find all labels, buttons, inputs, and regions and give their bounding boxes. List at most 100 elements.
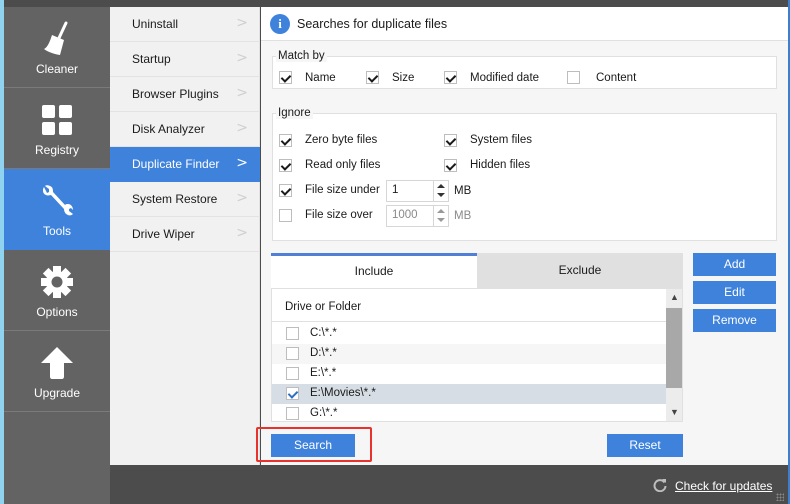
arrow-up-icon[interactable] bbox=[437, 184, 445, 188]
scroll-up-icon[interactable]: ▲ bbox=[670, 292, 679, 302]
row-path: D:\*.* bbox=[310, 347, 337, 359]
ignore-size-under-label: File size under bbox=[305, 184, 380, 196]
list-item[interactable]: E:\*.* bbox=[272, 364, 667, 384]
nav-item-upgrade[interactable]: Upgrade bbox=[4, 331, 110, 412]
status-footer: Check for updates bbox=[110, 465, 788, 504]
nav-item-registry[interactable]: Registry bbox=[4, 88, 110, 169]
row-path: G:\*.* bbox=[310, 407, 338, 419]
match-name-checkbox[interactable] bbox=[279, 71, 292, 84]
match-by-title: Match by bbox=[276, 50, 327, 62]
match-name-label: Name bbox=[305, 72, 336, 84]
list-scrollbar[interactable]: ▲ ▼ bbox=[666, 289, 682, 421]
row-checkbox[interactable] bbox=[286, 407, 299, 420]
size-under-spinner[interactable]: 1 bbox=[386, 180, 449, 202]
chevron-right-icon: > bbox=[236, 120, 248, 136]
subnav-item-startup[interactable]: Startup > bbox=[110, 42, 260, 77]
chevron-right-icon: > bbox=[236, 15, 248, 31]
ignore-size-over-label: File size over bbox=[305, 209, 373, 221]
subnav-item-browser-plugins[interactable]: Browser Plugins > bbox=[110, 77, 260, 112]
primary-nav: Cleaner Registry Tools Options Upgrade bbox=[4, 7, 110, 504]
ignore-hidden-files-checkbox[interactable] bbox=[444, 159, 457, 172]
row-checkbox[interactable] bbox=[286, 367, 299, 380]
panel-header: i Searches for duplicate files bbox=[261, 7, 788, 41]
match-modified-date-checkbox[interactable] bbox=[444, 71, 457, 84]
ignore-read-only-checkbox[interactable] bbox=[279, 159, 292, 172]
row-path: C:\*.* bbox=[310, 327, 337, 339]
list-item[interactable]: C:\*.* bbox=[272, 324, 667, 344]
ignore-size-under-checkbox[interactable] bbox=[279, 184, 292, 197]
resize-grip[interactable] bbox=[776, 493, 784, 501]
row-checkbox[interactable] bbox=[286, 347, 299, 360]
ignore-group bbox=[272, 113, 777, 241]
page-title: Searches for duplicate files bbox=[297, 17, 448, 31]
ignore-system-files-label: System files bbox=[470, 134, 532, 146]
subnav-item-duplicate-finder[interactable]: Duplicate Finder > bbox=[110, 147, 260, 182]
match-size-label: Size bbox=[392, 72, 415, 84]
list-item[interactable]: G:\*.* bbox=[272, 404, 667, 421]
check-for-updates-link[interactable]: Check for updates bbox=[675, 479, 772, 493]
ignore-system-files-checkbox[interactable] bbox=[444, 134, 457, 147]
subnav-label: Disk Analyzer bbox=[132, 122, 205, 136]
arrow-down-icon[interactable] bbox=[437, 193, 445, 197]
info-icon: i bbox=[270, 14, 290, 34]
subnav-label: Drive Wiper bbox=[132, 227, 195, 241]
subnav-item-uninstall[interactable]: Uninstall > bbox=[110, 7, 260, 42]
scroll-down-icon[interactable]: ▼ bbox=[670, 407, 679, 417]
wrench-icon bbox=[37, 183, 77, 219]
nav-item-cleaner[interactable]: Cleaner bbox=[4, 7, 110, 88]
reset-button[interactable]: Reset bbox=[607, 434, 683, 457]
ignore-title: Ignore bbox=[276, 107, 313, 119]
ignore-hidden-files-label: Hidden files bbox=[470, 159, 531, 171]
arrow-up-icon bbox=[37, 345, 77, 381]
match-modified-date-label: Modified date bbox=[470, 72, 540, 84]
subnav-label: Browser Plugins bbox=[132, 87, 219, 101]
broom-icon bbox=[37, 21, 77, 57]
tab-include[interactable]: Include bbox=[271, 253, 477, 288]
nav-item-tools[interactable]: Tools bbox=[4, 169, 110, 250]
arrow-down-icon[interactable] bbox=[437, 218, 445, 222]
match-size-checkbox[interactable] bbox=[366, 71, 379, 84]
subnav-item-disk-analyzer[interactable]: Disk Analyzer > bbox=[110, 112, 260, 147]
size-under-value[interactable]: 1 bbox=[392, 184, 398, 196]
subnav-label: Duplicate Finder bbox=[132, 157, 220, 171]
row-checkbox[interactable] bbox=[286, 387, 299, 400]
tab-exclude[interactable]: Exclude bbox=[477, 253, 683, 288]
nav-item-options[interactable]: Options bbox=[4, 250, 110, 331]
ignore-zero-byte-checkbox[interactable] bbox=[279, 134, 292, 147]
list-item[interactable]: E:\Movies\*.* bbox=[272, 384, 667, 404]
subnav-item-drive-wiper[interactable]: Drive Wiper > bbox=[110, 217, 260, 252]
list-item[interactable]: D:\*.* bbox=[272, 344, 667, 364]
include-exclude-tabs: Include Exclude bbox=[271, 253, 683, 288]
title-bar bbox=[4, 0, 788, 7]
tools-subnav: Uninstall > Startup > Browser Plugins > … bbox=[110, 7, 260, 465]
nav-label: Upgrade bbox=[33, 386, 81, 400]
nav-label: Options bbox=[36, 305, 78, 319]
size-over-stepper[interactable] bbox=[433, 206, 448, 226]
chevron-right-icon: > bbox=[236, 155, 248, 171]
refresh-icon[interactable] bbox=[653, 478, 667, 493]
ignore-size-over-checkbox[interactable] bbox=[279, 209, 292, 222]
subnav-item-system-restore[interactable]: System Restore > bbox=[110, 182, 260, 217]
row-path: E:\*.* bbox=[310, 367, 337, 379]
chevron-right-icon: > bbox=[236, 190, 248, 206]
subnav-label: System Restore bbox=[132, 192, 218, 206]
row-checkbox[interactable] bbox=[286, 327, 299, 340]
subnav-label: Startup bbox=[132, 52, 171, 66]
scroll-thumb[interactable] bbox=[666, 308, 682, 388]
size-under-stepper[interactable] bbox=[433, 181, 448, 201]
size-under-unit: MB bbox=[454, 185, 472, 197]
list-column-header: Drive or Folder bbox=[272, 289, 667, 322]
ignore-zero-byte-label: Zero byte files bbox=[305, 134, 378, 146]
size-over-spinner[interactable]: 1000 bbox=[386, 205, 449, 227]
column-drive-or-folder: Drive or Folder bbox=[285, 301, 362, 313]
nav-label: Tools bbox=[42, 224, 71, 238]
match-content-checkbox[interactable] bbox=[567, 71, 580, 84]
search-button[interactable]: Search bbox=[271, 434, 355, 457]
arrow-up-icon[interactable] bbox=[437, 209, 445, 213]
row-path: E:\Movies\*.* bbox=[310, 387, 376, 399]
remove-button[interactable]: Remove bbox=[693, 309, 776, 332]
chevron-right-icon: > bbox=[236, 50, 248, 66]
size-over-value[interactable]: 1000 bbox=[392, 209, 418, 221]
add-button[interactable]: Add bbox=[693, 253, 776, 276]
edit-button[interactable]: Edit bbox=[693, 281, 776, 304]
